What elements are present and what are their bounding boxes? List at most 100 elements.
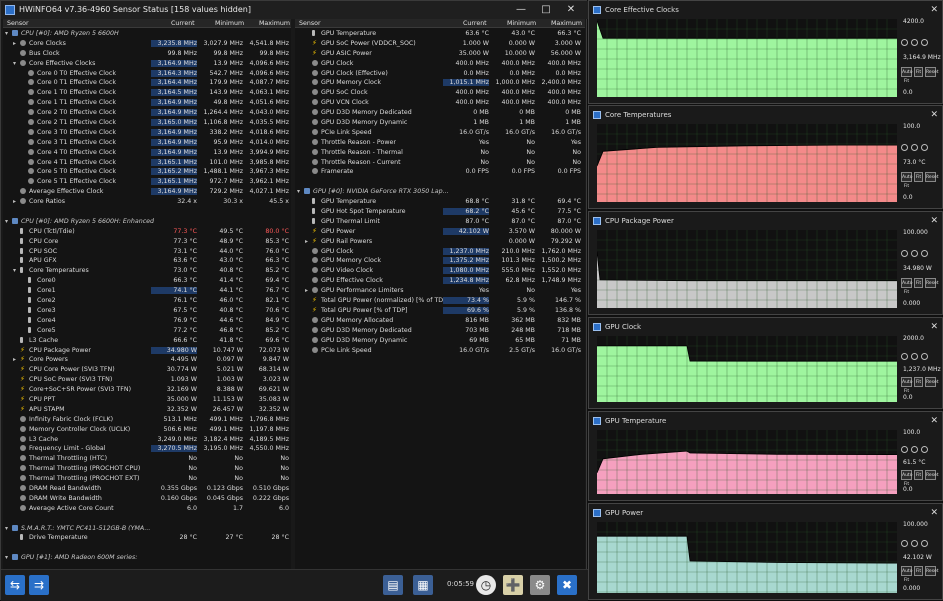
graph-option-radio[interactable] xyxy=(901,38,908,46)
graph-window[interactable]: GPU Clock ✕ 2000.0 1,237.0 MHz 0.0 Auto Fit Fi… xyxy=(588,317,943,409)
sensor-row[interactable]: GPU VCN Clock 400.0 MHz 400.0 MHz 400.0 MHz xyxy=(295,98,585,108)
sensor-row[interactable]: ⚡ CPU Package Power 34.980 W 10.747 W 72.073… xyxy=(3,346,291,356)
sensor-row[interactable]: GPU Clock 1,237.0 MHz 210.0 MHz 1,762.0 MHz xyxy=(295,247,585,257)
graph-option-radio[interactable] xyxy=(921,38,928,46)
sensor-row[interactable]: ⚡ GPU SoC Power (VDDCR_SOC) 1.000 W 0.000 W… xyxy=(295,39,585,49)
collapse-arrow-icon[interactable]: ▾ xyxy=(5,30,8,37)
graph-close-icon[interactable]: ✕ xyxy=(930,212,938,230)
maximize-icon[interactable]: □ xyxy=(534,1,558,19)
close-icon[interactable]: ✕ xyxy=(559,1,583,19)
sensor-row[interactable]: Core 1 T0 Effective Clock 3,164.5 MHz 143.… xyxy=(3,88,291,98)
sensor-row[interactable]: GPU D3D Memory Dedicated 703 MB 248 MB 718 … xyxy=(295,326,585,336)
auto-fit-button[interactable]: Auto Fit xyxy=(901,67,912,84)
sensor-group-header[interactable]: ▾ GPU [#1]: AMD Radeon 600M series: xyxy=(3,553,291,563)
collapse-arrow-icon[interactable]: ▾ xyxy=(13,267,16,274)
sensor-row[interactable]: ⚡ CPU Core Power (SVI3 TFN) 30.774 W 5.021 … xyxy=(3,365,291,375)
graph-option-radio[interactable] xyxy=(901,249,908,257)
sensor-row[interactable]: GPU D3D Memory Dynamic 1 MB 1 MB 1 MB xyxy=(295,118,585,128)
sensor-row[interactable]: Core3 67.5 °C 40.8 °C 70.6 °C xyxy=(3,306,291,316)
collapse-arrow-icon[interactable]: ▾ xyxy=(5,525,8,532)
graph-option-radio[interactable] xyxy=(911,38,918,46)
sensor-row[interactable]: Thermal Throttling (PROCHOT CPU) No No No xyxy=(3,464,291,474)
sensor-row[interactable]: Memory Controller Clock (UCLK) 506.6 MHz 4… xyxy=(3,425,291,435)
minimum-column-header[interactable]: Minimum xyxy=(507,20,536,27)
graph-option-radio[interactable] xyxy=(921,249,928,257)
sensor-group-header[interactable]: ▾ CPU [#0]: AMD Ryzen 5 6600H xyxy=(3,29,291,39)
graph-option-radio[interactable] xyxy=(911,143,918,151)
sensor-row[interactable]: Core 4 T0 Effective Clock 3,164.9 MHz 13.9… xyxy=(3,148,291,158)
sensor-row[interactable]: ⚡ Core+SoC+SR Power (SVI3 TFN) 32.169 W 8.3… xyxy=(3,385,291,395)
sensor-row[interactable]: Core 2 T1 Effective Clock 3,165.0 MHz 1,10… xyxy=(3,118,291,128)
collapse-arrow-icon[interactable]: ▾ xyxy=(5,218,8,225)
sensor-row[interactable]: ▸ GPU Performance Limiters Yes No Yes xyxy=(295,286,585,296)
report-add-icon[interactable]: ➕ xyxy=(503,575,523,595)
navigate-left-right-icon[interactable]: ⇆ xyxy=(5,575,25,595)
sensor-row[interactable]: Throttle Reason - Power Yes No Yes xyxy=(295,138,585,148)
sensor-row[interactable]: Core5 77.2 °C 46.8 °C 85.2 °C xyxy=(3,326,291,336)
sensor-row[interactable]: Throttle Reason - Thermal No No No xyxy=(295,148,585,158)
sensor-group-header[interactable]: ▾ S.M.A.R.T.: YMTC PC411-512GB-B (YMA... xyxy=(3,524,291,534)
graph-option-radio[interactable] xyxy=(911,249,918,257)
minimum-column-header[interactable]: Minimum xyxy=(215,20,244,27)
graph-option-radio[interactable] xyxy=(901,352,908,360)
sensor-row[interactable]: GPU Effective Clock 1,234.8 MHz 62.8 MHz 1,… xyxy=(295,276,585,286)
reset-button[interactable]: Reset xyxy=(925,278,939,289)
graph-option-radio[interactable] xyxy=(911,539,918,547)
fit-button[interactable]: Fit xyxy=(914,376,923,387)
sensor-row[interactable]: GPU Thermal Limit 87.0 °C 87.0 °C 87.0 °C xyxy=(295,217,585,227)
sensor-row[interactable]: GPU Video Clock 1,080.0 MHz 555.0 MHz 1,552… xyxy=(295,266,585,276)
sensor-row[interactable]: Infinity Fabric Clock (FCLK) 513.1 MHz 499… xyxy=(3,415,291,425)
sensor-row[interactable]: Core1 74.1 °C 44.1 °C 76.7 °C xyxy=(3,286,291,296)
sensor-row[interactable]: APU GFX 63.6 °C 43.0 °C 66.3 °C xyxy=(3,256,291,266)
sensor-row[interactable]: Core 0 T0 Effective Clock 3,164.3 MHz 542.… xyxy=(3,69,291,79)
graph-window[interactable]: CPU Package Power ✕ 100.000 34.980 W 0.000 Au… xyxy=(588,211,943,315)
auto-fit-button[interactable]: Auto Fit xyxy=(901,278,912,295)
current-column-header[interactable]: Current xyxy=(171,20,195,27)
sensor-row[interactable]: GPU Memory Allocated 816 MB 362 MB 832 MB xyxy=(295,316,585,326)
graph-window[interactable]: GPU Power ✕ 100.000 42.102 W 0.000 Auto Fit Fi… xyxy=(588,503,943,600)
sensor-row[interactable]: CPU Core 77.3 °C 48.9 °C 85.3 °C xyxy=(3,237,291,247)
sensor-column-header[interactable]: Sensor xyxy=(299,20,321,27)
sensor-row[interactable]: DRAM Read Bandwidth 0.355 Gbps 0.123 Gbps 0… xyxy=(3,484,291,494)
title-bar[interactable]: HWiNFO64 v7.36-4960 Sensor Status [158 v… xyxy=(1,1,588,19)
minimize-icon[interactable]: — xyxy=(509,1,533,19)
close-app-icon[interactable]: ✖ xyxy=(557,575,577,595)
sensor-row[interactable]: Framerate 0.0 FPS 0.0 FPS 0.0 FPS xyxy=(295,167,585,177)
fit-button[interactable]: Fit xyxy=(914,278,923,289)
sensor-row[interactable]: Core 3 T1 Effective Clock 3,164.9 MHz 95.9… xyxy=(3,138,291,148)
graph-close-icon[interactable]: ✕ xyxy=(930,106,938,124)
graph-option-radio[interactable] xyxy=(911,446,918,453)
sensor-row[interactable]: PCIe Link Speed 16.0 GT/s 2.5 GT/s 16.0 GT/… xyxy=(295,346,585,356)
sensor-row[interactable]: CPU (Tctl/Tdie) 77.3 °C 49.5 °C 80.0 °C xyxy=(3,227,291,237)
current-column-header[interactable]: Current xyxy=(463,20,487,27)
graph-option-radio[interactable] xyxy=(901,539,908,547)
sensor-row[interactable]: PCIe Link Speed 16.0 GT/s 16.0 GT/s 16.0 GT… xyxy=(295,128,585,138)
graph-option-radio[interactable] xyxy=(901,143,908,151)
sensor-row[interactable]: GPU Temperature 68.8 °C 31.8 °C 69.4 °C xyxy=(295,197,585,207)
graph-option-radio[interactable] xyxy=(921,446,928,453)
maximum-column-header[interactable]: Maximum xyxy=(259,20,290,27)
sensor-row[interactable]: Core 0 T1 Effective Clock 3,164.4 MHz 179.… xyxy=(3,78,291,88)
sensor-row[interactable]: GPU SoC Clock 400.0 MHz 400.0 MHz 400.0 MHz xyxy=(295,88,585,98)
sensor-row[interactable]: GPU D3D Memory Dedicated 0 MB 0 MB 0 MB xyxy=(295,108,585,118)
sensor-row[interactable]: Thermal Throttling (HTC) No No No xyxy=(3,454,291,464)
auto-fit-button[interactable]: Auto Fit xyxy=(901,566,912,583)
sensor-row[interactable]: GPU Temperature 63.6 °C 43.0 °C 66.3 °C xyxy=(295,29,585,39)
sensor-row[interactable]: Core 5 T1 Effective Clock 3,165.1 MHz 972.… xyxy=(3,177,291,187)
sensor-row[interactable]: Average Active Core Count 6.0 1.7 6.0 xyxy=(3,504,291,514)
navigate-collapse-icon[interactable]: ⇉ xyxy=(29,575,49,595)
graph-window[interactable]: GPU Temperature ✕ 100.0 61.5 °C 0.0 Auto Fit F… xyxy=(588,411,943,501)
sensor-row[interactable]: ▸ Core Ratios 32.4 x 30.3 x 45.5 x xyxy=(3,197,291,207)
collapse-arrow-icon[interactable]: ▾ xyxy=(13,60,16,67)
maximum-column-header[interactable]: Maximum xyxy=(551,20,582,27)
graph-close-icon[interactable]: ✕ xyxy=(930,1,938,19)
sensor-row[interactable]: Frequency Limit - Global 3,270.5 MHz 3,195… xyxy=(3,444,291,454)
fit-button[interactable]: Fit xyxy=(914,67,923,78)
sensor-row[interactable]: ▸ Core Clocks 3,235.8 MHz 3,027.9 MHz 4,541.… xyxy=(3,39,291,49)
sensor-network-icon[interactable]: ▦ xyxy=(413,575,433,595)
sensor-row[interactable]: Core 2 T0 Effective Clock 3,164.9 MHz 1,26… xyxy=(3,108,291,118)
graph-option-radio[interactable] xyxy=(911,352,918,360)
auto-fit-button[interactable]: Auto Fit xyxy=(901,376,912,394)
sensor-row[interactable]: Average Effective Clock 3,164.9 MHz 729.2 … xyxy=(3,187,291,197)
sensor-row[interactable]: ⚡ Total GPU Power (normalized) [% of TDP]… xyxy=(295,296,585,306)
